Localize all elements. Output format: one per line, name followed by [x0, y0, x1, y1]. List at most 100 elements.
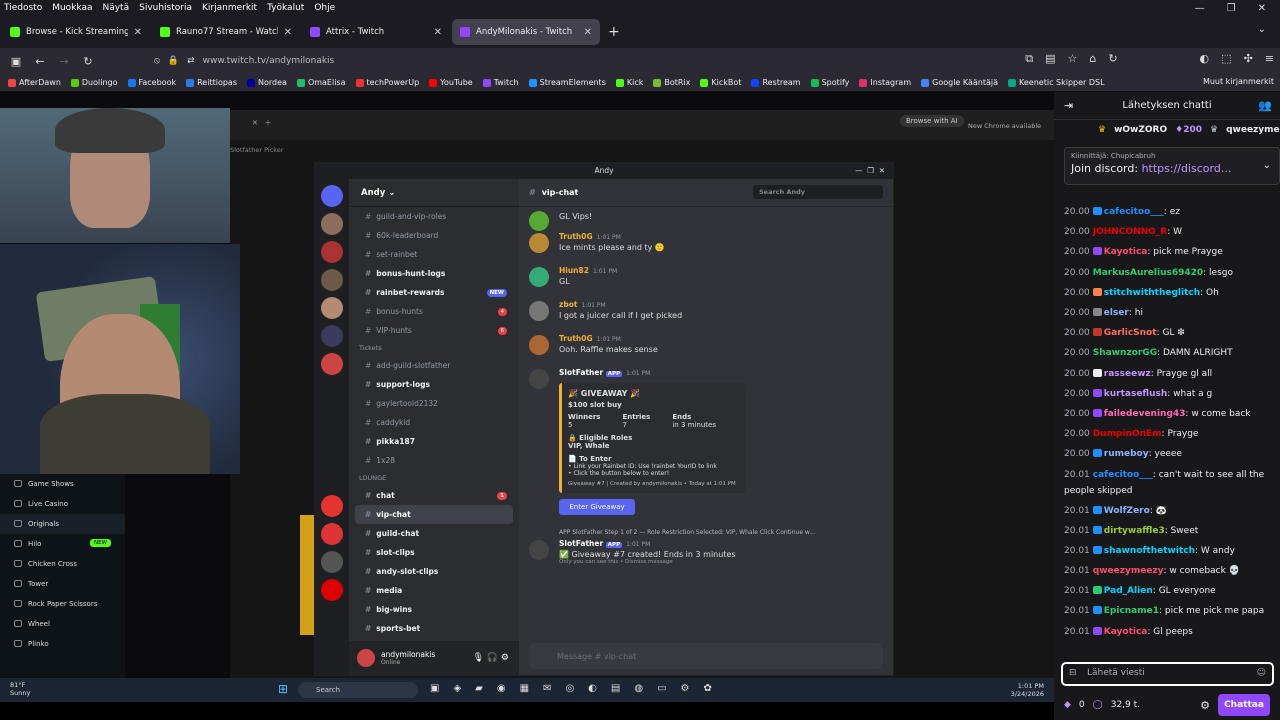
collapse-chat-icon[interactable]: ⇥: [1064, 99, 1073, 112]
home-icon[interactable]: ⌂: [1089, 52, 1096, 66]
minimize-button[interactable]: —: [1195, 3, 1205, 14]
server-icon[interactable]: [321, 213, 343, 235]
bookmark[interactable]: Google Kääntäjä: [921, 78, 998, 87]
avatar[interactable]: [357, 649, 375, 667]
chat-username[interactable]: elser: [1104, 308, 1129, 318]
bookmark[interactable]: AfterDawn: [8, 78, 61, 87]
server-icon[interactable]: [321, 241, 343, 263]
channel-VIP-hunts[interactable]: # VIP-hunts 6: [349, 321, 519, 340]
puzzle-icon[interactable]: ✣: [1244, 52, 1253, 66]
kick-nav-item[interactable]: Plinko: [0, 634, 125, 654]
users-icon[interactable]: 👥: [1258, 99, 1272, 112]
bookmark[interactable]: Kick: [615, 78, 643, 87]
new-tab-icon[interactable]: +: [602, 24, 626, 40]
account-icon[interactable]: ◐: [1200, 52, 1210, 66]
server-icon[interactable]: [321, 353, 343, 375]
close-window-button[interactable]: ✕: [1258, 3, 1266, 14]
bookmark[interactable]: Reittiopas: [186, 78, 237, 87]
kick-nav-item[interactable]: Hilo NEW: [0, 534, 125, 554]
bookmark[interactable]: BotRix: [653, 78, 690, 87]
chat-username[interactable]: Kayotica: [1104, 247, 1148, 257]
chat-username[interactable]: cafecitoo___: [1093, 470, 1153, 480]
channel-pikka187[interactable]: # pikka187: [349, 432, 519, 451]
taskbar-search[interactable]: Search: [298, 682, 418, 698]
mic-icon[interactable]: 🎙 🎧 ⚙: [473, 653, 509, 663]
chrome-icon[interactable]: ◍: [634, 683, 643, 694]
extensions-icon[interactable]: ⬚: [1221, 52, 1231, 66]
pinned-message[interactable]: Kiinnittäjä: Chupicabruh Join discord: h…: [1064, 147, 1280, 185]
menu-item-ohje[interactable]: Ohje: [314, 3, 335, 13]
channel-vip-chat[interactable]: # vip-chat: [355, 505, 513, 524]
bookmark[interactable]: OmaElisa: [296, 78, 346, 87]
chat-username[interactable]: dirtywaffle3: [1104, 526, 1165, 536]
channel-caddykid[interactable]: # caddykid: [349, 413, 519, 432]
bookmark-star-icon[interactable]: ☆: [1067, 52, 1077, 66]
obs-icon[interactable]: ◎: [565, 683, 574, 694]
channel-sports-bet[interactable]: # sports-bet: [349, 619, 519, 638]
reader-icon[interactable]: ▤: [1045, 52, 1055, 66]
bookmark[interactable]: techPowerUp: [355, 78, 419, 87]
forward-icon[interactable]: →: [52, 55, 76, 68]
permissions-icon[interactable]: ⇄: [187, 56, 195, 66]
menu-item-kirjanmerkit[interactable]: Kirjanmerkit: [202, 3, 257, 13]
bookmark[interactable]: Duolingo: [70, 78, 118, 87]
tab-close-icon[interactable]: ✕: [434, 27, 442, 38]
url-bar[interactable]: ⦸ 🔒 ⇄ www.twitch.tv/andymilonakis: [154, 51, 1054, 71]
kick-nav-item[interactable]: Rock Paper Scissors: [0, 594, 125, 614]
tracking-shield-icon[interactable]: ⦸: [154, 56, 160, 66]
chat-username[interactable]: Epicname1: [1104, 606, 1159, 616]
back-icon[interactable]: ←: [28, 55, 52, 68]
channel-slot-clips[interactable]: # slot-clips: [349, 543, 519, 562]
kick-nav-item[interactable]: Game Shows: [0, 474, 125, 494]
lock-icon[interactable]: 🔒: [168, 56, 179, 66]
bookmark[interactable]: Facebook: [127, 78, 176, 87]
outlook-icon[interactable]: ✉: [543, 683, 551, 694]
start-icon[interactable]: ⊞: [278, 682, 288, 696]
terminal-icon[interactable]: ▭: [657, 683, 666, 694]
channel-big-wins[interactable]: # big-wins: [349, 600, 519, 619]
chat-username[interactable]: GarlicSnot: [1104, 328, 1157, 338]
bookmark[interactable]: Restream: [751, 78, 801, 87]
app-icon[interactable]: ✿: [704, 683, 712, 694]
bookmark[interactable]: StreamElements: [528, 78, 606, 87]
menu-item-näytä[interactable]: Näytä: [102, 3, 129, 13]
channel-60k-leaderboard[interactable]: #60k-leaderboard: [349, 226, 519, 245]
excel-icon[interactable]: ▤: [611, 683, 620, 694]
enter-giveaway-button[interactable]: Enter Giveaway: [559, 499, 635, 515]
sidebar-icon[interactable]: ▣: [4, 55, 28, 68]
tab-close-icon[interactable]: ✕: [584, 27, 592, 38]
bookmark[interactable]: YouTube: [429, 78, 473, 87]
settings-icon[interactable]: ⚙: [1200, 699, 1210, 712]
server-header[interactable]: Andy ⌄: [349, 179, 519, 207]
server-icon[interactable]: [321, 579, 343, 601]
channel-chat[interactable]: # chat 1: [349, 486, 519, 505]
server-icon[interactable]: [321, 297, 343, 319]
channel-set-rainbet[interactable]: # set-rainbet: [349, 245, 519, 264]
channel-rainbet-rewards[interactable]: # rainbet-rewards NEW: [349, 283, 519, 302]
points-icon[interactable]: ◆: [1064, 700, 1071, 710]
bookmark[interactable]: Keenetic Skipper DSL: [1008, 78, 1105, 87]
channel-guild-and-vip-roles[interactable]: # guild-and-vip-roles: [349, 207, 519, 226]
chat-username[interactable]: rasseewz: [1104, 369, 1151, 379]
tab-close-icon[interactable]: ✕: [284, 27, 292, 38]
server-icon[interactable]: [321, 269, 343, 291]
tab-close-icon[interactable]: ✕: [134, 27, 142, 38]
channel-gaylertoold2132[interactable]: # gaylertoold2132: [349, 394, 519, 413]
reload-icon[interactable]: ↻: [76, 55, 100, 68]
channel-add-guild-slotfather[interactable]: # add-guild-slotfather: [349, 356, 519, 375]
bookmark[interactable]: Nordea: [247, 78, 287, 87]
taskbar-clock[interactable]: 1:01 PM 3/24/2026: [1011, 682, 1044, 698]
send-chat-button[interactable]: Chattaa: [1218, 694, 1270, 716]
steam-icon[interactable]: ⚙: [681, 683, 690, 694]
chat-username[interactable]: ShawnzorGG: [1093, 348, 1157, 358]
kick-nav-item[interactable]: Tower: [0, 574, 125, 594]
edge-icon[interactable]: ◉: [497, 683, 506, 694]
kick-nav-item[interactable]: Wheel: [0, 614, 125, 634]
message-input[interactable]: Message # vip-chat: [529, 643, 883, 669]
chat-username[interactable]: MarkusAurelius69420: [1093, 268, 1203, 278]
channel-1x28[interactable]: #1x28: [349, 451, 519, 470]
chat-username[interactable]: DumpinOnEm: [1093, 429, 1162, 439]
search-input[interactable]: Search Andy: [753, 185, 883, 199]
kick-nav-item[interactable]: Live Casino: [0, 494, 125, 514]
folder-icon[interactable]: ▰: [475, 683, 483, 694]
